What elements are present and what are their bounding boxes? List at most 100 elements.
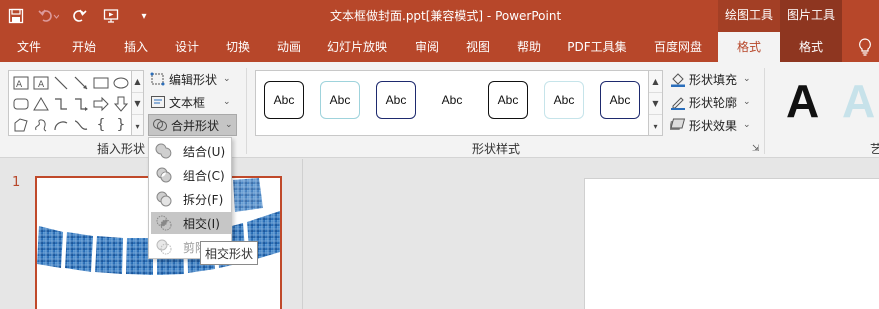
paint-bucket-icon [670,71,686,87]
left-brace-shape-icon[interactable]: { [91,115,111,135]
slide-number: 1 [12,175,21,190]
group-label-wordart-partial: 艺 [870,142,879,156]
arrow-line-shape-icon[interactable] [71,73,91,93]
text-box-shape-icon[interactable]: A [11,73,31,93]
shape-style-swatch[interactable]: Abc [376,81,416,119]
shape-outline-button[interactable]: 形状轮廓 ⌄ [670,91,751,113]
undo-icon[interactable] [32,0,64,32]
start-from-beginning-icon[interactable] [96,0,128,32]
wordart-style-light-blue[interactable]: A [842,76,875,126]
menu-item-intersect[interactable]: 相交(I) [151,212,231,234]
merge-shapes-button[interactable]: 合并形状 ⌄ [148,114,237,136]
rectangle-shape-icon[interactable] [91,73,111,93]
shape-style-swatch[interactable]: Abc [264,81,304,119]
menu-item-label: 组合(C) [183,168,225,183]
shape-effects-button[interactable]: 形状效果 ⌄ [670,114,751,136]
more-icon[interactable]: ▾ [132,115,143,137]
freeform-shape-icon[interactable] [11,115,31,135]
chevron-down-icon: ⌄ [743,120,751,130]
ribbon-format: A A { } ▲ ▼ ▾ 编辑形状 ⌄ 文本框 ⌄ 合并形状 ⌄ 插入形状 A… [0,62,879,158]
tab-view[interactable]: 视图 [455,32,501,62]
union-icon [155,142,173,160]
tab-slideshow[interactable]: 幻灯片放映 [322,32,392,62]
shape-fill-label: 形状填充 [689,72,738,87]
tab-help[interactable]: 帮助 [506,32,552,62]
group-separator [246,68,247,154]
shape-style-swatch[interactable]: Abc [600,81,640,119]
customize-qat-button[interactable]: ▾ [128,0,160,32]
right-brace-shape-icon[interactable]: } [111,115,131,135]
chevron-down-icon: ⌄ [225,120,233,130]
shape-styles-gallery-scroll[interactable]: ▲ ▼ ▾ [649,70,663,136]
save-icon[interactable] [0,0,32,32]
tab-insert[interactable]: 插入 [112,32,160,62]
right-arrow-shape-icon[interactable] [91,94,111,114]
rounded-rectangle-shape-icon[interactable] [11,94,31,114]
tab-design[interactable]: 设计 [163,32,211,62]
shape-styles-gallery[interactable]: Abc Abc Abc Abc Abc Abc Abc [255,70,649,136]
vertical-text-box-shape-icon[interactable]: A [31,73,51,93]
intersect-tooltip: 相交形状 [200,241,258,265]
tab-home[interactable]: 开始 [60,32,108,62]
group-label-shape-styles: 形状样式 [472,142,521,156]
shape-style-swatch[interactable]: Abc [488,81,528,119]
wordart-style-black[interactable]: A [786,76,819,126]
slide-editing-canvas [304,159,879,309]
arc-shape-icon[interactable] [51,115,71,135]
tab-transitions[interactable]: 切换 [214,32,262,62]
elbow-connector-shape-icon[interactable] [51,94,71,114]
tab-format-drawing[interactable]: 格式 [718,32,780,62]
elbow-arrow-connector-shape-icon[interactable] [71,94,91,114]
down-arrow-shape-icon[interactable] [111,94,131,114]
merge-shapes-icon [152,117,168,133]
shapes-gallery-scroll[interactable]: ▲ ▼ ▾ [132,70,144,136]
tab-animations[interactable]: 动画 [265,32,313,62]
dialog-launcher-icon[interactable]: ⇲ [752,144,760,154]
ribbon-tabs: 文件 开始 插入 设计 切换 动画 幻灯片放映 审阅 视图 帮助 PDF工具集 … [0,32,879,62]
chevron-down-icon: ⌄ [743,97,751,107]
tab-file[interactable]: 文件 [6,32,52,62]
svg-text:A: A [16,80,23,90]
tab-baidu-netdisk[interactable]: 百度网盘 [645,32,711,62]
more-icon[interactable]: ▾ [649,115,662,137]
pen-icon [670,94,686,110]
shape-style-swatch[interactable]: Abc [544,81,584,119]
combine-icon [155,166,173,184]
line-shape-icon[interactable] [51,73,71,93]
shape-style-swatch[interactable]: Abc [320,81,360,119]
scribble-shape-icon[interactable] [31,115,51,135]
chevron-down-icon: ⌄ [223,74,231,84]
menu-item-label: 相交(I) [183,216,220,231]
shapes-gallery[interactable]: A A { } [8,70,132,136]
context-group-picture-tools: 图片工具 [780,0,842,32]
scroll-down-icon[interactable]: ▼ [649,93,662,115]
menu-item-combine[interactable]: 组合(C) [151,164,231,186]
curve-shape-icon[interactable] [71,115,91,135]
text-box-icon [150,94,166,110]
chevron-down-icon: ⌄ [223,97,231,107]
redo-icon[interactable] [64,0,96,32]
text-box-button[interactable]: 文本框 ⌄ [150,91,231,113]
scroll-up-icon[interactable]: ▲ [649,71,662,93]
tab-format-picture[interactable]: 格式 [780,32,842,62]
menu-item-fragment[interactable]: 拆分(F) [151,188,231,210]
edit-shape-button[interactable]: 编辑形状 ⌄ [150,68,231,90]
title-bar: ▾ 文本框做封面.ppt[兼容模式] - PowerPoint 绘图工具 图片工… [0,0,879,32]
svg-text:A: A [38,80,45,90]
current-slide[interactable] [584,178,879,309]
shape-fill-button[interactable]: 形状填充 ⌄ [670,68,751,90]
shape-style-swatch[interactable]: Abc [432,81,472,119]
oval-shape-icon[interactable] [111,73,131,93]
scroll-down-icon[interactable]: ▼ [132,93,143,115]
window-title: 文本框做封面.ppt[兼容模式] - PowerPoint [330,9,562,23]
tab-pdf-tools[interactable]: PDF工具集 [561,32,633,62]
tab-review[interactable]: 审阅 [404,32,450,62]
triangle-shape-icon[interactable] [31,94,51,114]
scroll-up-icon[interactable]: ▲ [132,71,143,93]
menu-item-union[interactable]: 结合(U) [151,140,231,162]
group-label-insert-shapes: 插入形状 [97,142,146,156]
context-group-drawing-tools: 绘图工具 [718,0,780,32]
tell-me-bulb-icon[interactable] [852,32,878,62]
fragment-icon [155,190,173,208]
shape-effects-label: 形状效果 [689,118,738,133]
